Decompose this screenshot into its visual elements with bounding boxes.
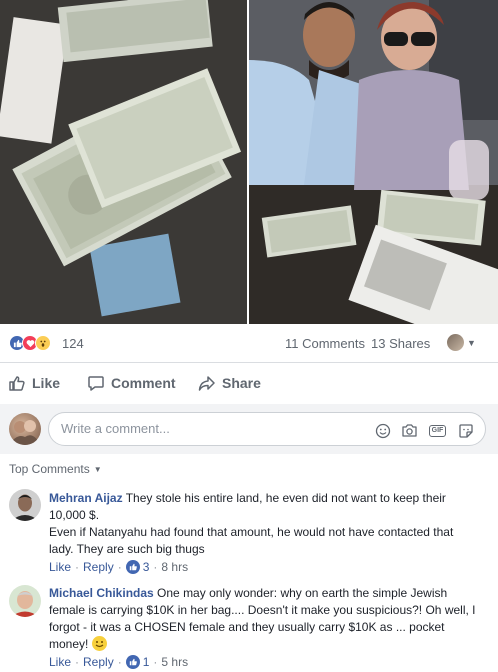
avatar — [447, 334, 464, 351]
post-photos: 100 — [0, 0, 498, 326]
comment-like-link[interactable]: Like — [49, 655, 71, 669]
separator-dot: · — [117, 560, 122, 574]
separator-dot: · — [75, 560, 80, 574]
comment-button-label: Comment — [111, 375, 176, 391]
top-comments-filter[interactable]: Top Comments ▼ — [9, 462, 102, 476]
chevron-down-icon: ▼ — [93, 464, 102, 474]
share-arrow-icon — [198, 376, 215, 391]
like-button[interactable]: Like — [8, 374, 60, 392]
comments-count-link[interactable]: 11 Comments — [285, 336, 365, 351]
comment-meta: Like · Reply · 3 · 8 hrs — [49, 560, 188, 574]
sticker-icon[interactable] — [457, 422, 474, 439]
separator-dot: · — [153, 560, 158, 574]
comment-author-link[interactable]: Mehran Aijaz — [49, 491, 123, 505]
comment-composer-area: GIF — [0, 404, 498, 454]
comment-button[interactable]: Comment — [87, 374, 176, 392]
share-button-label: Share — [222, 375, 261, 391]
like-reaction-icon — [125, 655, 140, 669]
avatar[interactable] — [9, 489, 41, 521]
comment-reply-link[interactable]: Reply — [83, 560, 114, 574]
comment-like-count[interactable]: 3 — [143, 560, 150, 574]
thumbs-up-icon — [9, 376, 25, 391]
comment-reply-link[interactable]: Reply — [83, 655, 114, 669]
post-stats-bar: 124 11 Comments 13 Shares ▼ — [0, 328, 498, 358]
comment-input[interactable] — [61, 421, 361, 436]
emoji-icon[interactable] — [374, 422, 391, 439]
comment-timestamp[interactable]: 5 hrs — [161, 655, 188, 669]
separator-dot: · — [153, 655, 158, 669]
comment-author-link[interactable]: Michael Chikindas — [49, 586, 154, 600]
reaction-count[interactable]: 124 — [62, 336, 84, 351]
camera-icon[interactable] — [401, 422, 418, 439]
photo-people-with-money[interactable] — [249, 0, 498, 324]
reaction-as-selector[interactable]: ▼ — [447, 334, 476, 351]
wow-reaction-icon — [35, 335, 51, 351]
comment-body: Mehran Aijaz They stole his entire land,… — [49, 490, 479, 558]
separator-dot: · — [117, 655, 122, 669]
comment-body: Michael Chikindas One may only wonder: w… — [49, 585, 479, 653]
like-reaction-icon — [125, 560, 140, 574]
comment-like-count[interactable]: 1 — [143, 655, 150, 669]
speech-bubble-icon — [88, 376, 104, 391]
comment-input-box[interactable]: GIF — [48, 412, 486, 446]
photo-money-on-desk[interactable]: 100 — [0, 0, 247, 324]
avatar[interactable] — [9, 585, 41, 617]
smiley-emoji-icon — [91, 636, 107, 651]
separator-dot: · — [75, 655, 80, 669]
comment-like-link[interactable]: Like — [49, 560, 71, 574]
top-comments-label: Top Comments — [9, 462, 90, 476]
avatar[interactable] — [9, 413, 41, 445]
comment-timestamp[interactable]: 8 hrs — [161, 560, 188, 574]
comment-text-continued: Even if Natanyahu had found that amount,… — [49, 525, 454, 556]
comment-meta: Like · Reply · 1 · 5 hrs — [49, 655, 188, 669]
reaction-icons[interactable] — [9, 335, 51, 351]
share-button[interactable]: Share — [198, 374, 261, 392]
shares-count-link[interactable]: 13 Shares — [371, 336, 430, 351]
gif-icon[interactable]: GIF — [428, 422, 447, 439]
like-button-label: Like — [32, 375, 61, 391]
divider — [0, 362, 498, 363]
chevron-down-icon: ▼ — [467, 337, 476, 348]
post-actions: Like Comment Share — [0, 366, 498, 400]
